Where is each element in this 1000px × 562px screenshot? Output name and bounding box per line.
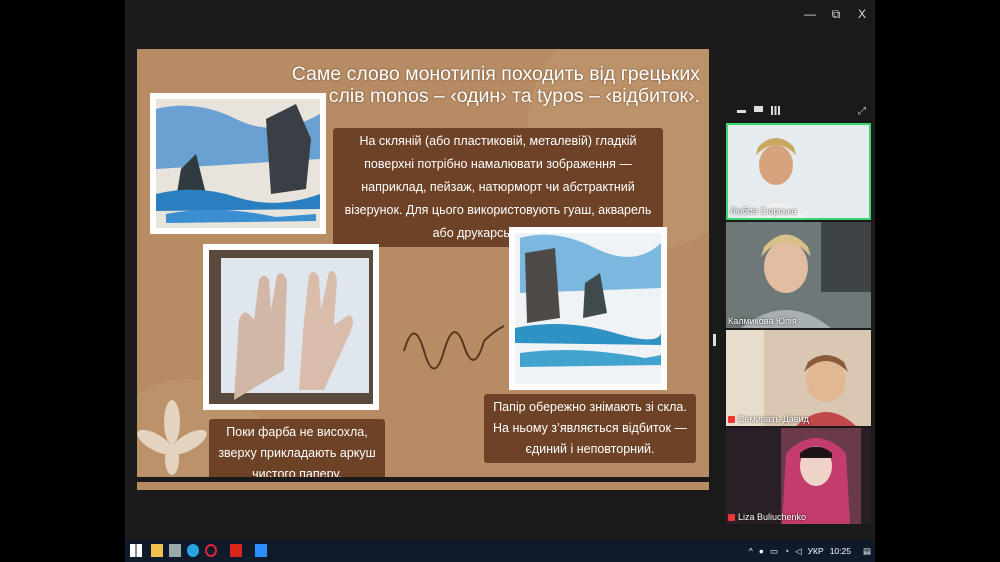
participant-name: Liza Buliuchenko bbox=[728, 512, 806, 522]
participant-tile[interactable]: Калмикова Юлія bbox=[726, 222, 871, 328]
close-button[interactable]: X bbox=[849, 0, 875, 28]
next-slide-strip bbox=[137, 482, 709, 490]
app-icon[interactable] bbox=[169, 544, 181, 557]
taskbar: ^ ● ▭ ◔ ◁ УКР 10:25 ▤ bbox=[125, 540, 875, 562]
opera-icon[interactable] bbox=[205, 544, 217, 557]
microphone-icon[interactable]: ● bbox=[759, 546, 764, 556]
language-indicator[interactable]: УКР bbox=[808, 546, 824, 556]
print-image bbox=[515, 233, 662, 384]
participant-tile[interactable]: Любов Сюрська bbox=[726, 123, 871, 220]
minimize-button[interactable]: — bbox=[797, 0, 823, 28]
participant-tile[interactable]: Семиразъ Давид bbox=[726, 330, 871, 426]
shared-slide: Саме слово монотипія походить від грецьк… bbox=[137, 49, 709, 477]
minus-icon[interactable] bbox=[737, 110, 746, 113]
grid-view-icon[interactable] bbox=[771, 106, 780, 115]
muted-mic-icon bbox=[728, 416, 735, 424]
participant-name: Калмикова Юлія bbox=[728, 316, 797, 326]
hands-on-paper-photo bbox=[203, 244, 379, 410]
battery-icon[interactable]: ▭ bbox=[770, 546, 778, 557]
speaker-view-icon[interactable] bbox=[754, 106, 763, 112]
window-controls: — ⧉ X bbox=[797, 0, 875, 28]
muted-mic-icon bbox=[728, 514, 735, 522]
participant-tile[interactable]: Liza Buliuchenko bbox=[726, 428, 871, 524]
chevron-up-icon[interactable]: ^ bbox=[749, 546, 753, 556]
volume-icon[interactable]: ◁ bbox=[795, 546, 802, 557]
participant-video bbox=[726, 428, 871, 524]
squiggle-decoration bbox=[403, 325, 505, 370]
participant-video bbox=[726, 222, 871, 328]
notifications-icon[interactable]: ▤ bbox=[863, 546, 871, 557]
zoom-icon[interactable] bbox=[255, 544, 267, 557]
restore-button[interactable]: ⧉ bbox=[823, 0, 849, 28]
participant-name-text: Liza Buliuchenko bbox=[738, 512, 807, 522]
slide-caption-2: Поки фарба не висохла, зверху прикладают… bbox=[209, 419, 385, 477]
network-icon[interactable]: ◔ bbox=[784, 546, 789, 556]
slide-caption-3: Папір обережно знімають зі скла. На ньом… bbox=[484, 394, 696, 463]
view-toolbar bbox=[737, 106, 780, 115]
clock[interactable]: 10:25 bbox=[830, 546, 851, 556]
flower-decoration bbox=[137, 400, 207, 475]
participant-name: Семиразъ Давид bbox=[728, 414, 809, 424]
windows-start-icon[interactable] bbox=[130, 544, 142, 557]
painted-glass-image bbox=[156, 99, 320, 228]
hands-image bbox=[209, 250, 373, 404]
file-explorer-icon[interactable] bbox=[151, 544, 163, 557]
slide-title: Саме слово монотипія походить від грецьк… bbox=[291, 63, 700, 107]
collapse-panel-handle[interactable] bbox=[713, 334, 716, 346]
acrobat-icon[interactable] bbox=[230, 544, 242, 557]
painted-glass-photo bbox=[150, 93, 326, 234]
telegram-icon[interactable] bbox=[187, 544, 199, 557]
participant-name: Любов Сюрська bbox=[730, 206, 797, 216]
system-tray: ^ ● ▭ ◔ ◁ УКР 10:25 ▤ bbox=[749, 540, 871, 562]
expand-icon[interactable]: ⤢ bbox=[858, 106, 866, 117]
participant-name-text: Семиразъ Давид bbox=[738, 414, 809, 424]
participant-video bbox=[726, 330, 871, 426]
print-result-photo bbox=[509, 227, 667, 390]
